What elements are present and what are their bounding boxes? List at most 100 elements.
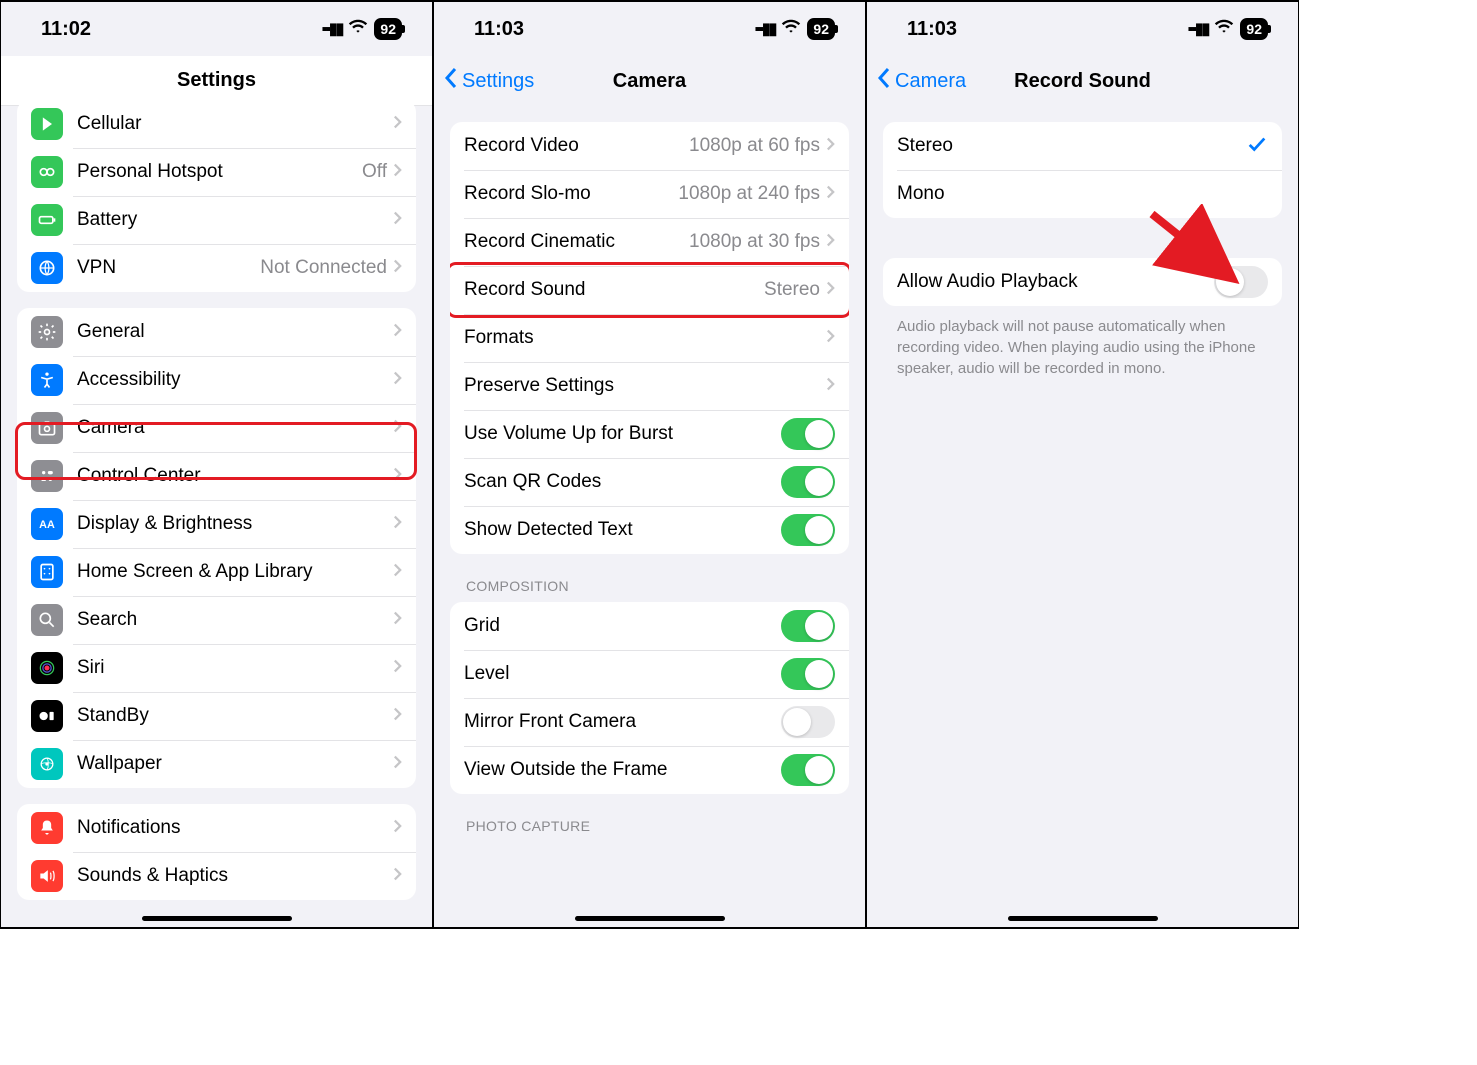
display-icon: AA [31, 508, 63, 540]
row-detected-text[interactable]: Show Detected Text [450, 506, 849, 554]
nav-bar: Settings Camera [434, 56, 865, 106]
toggle-volume-burst[interactable] [781, 418, 835, 450]
gear-icon [31, 316, 63, 348]
row-record-video[interactable]: Record Video 1080p at 60 fps [450, 122, 849, 170]
row-volume-burst[interactable]: Use Volume Up for Burst [450, 410, 849, 458]
battery-icon: 92 [374, 18, 402, 40]
group-header-composition: COMPOSITION [466, 578, 833, 594]
camera-settings-list[interactable]: Record Video 1080p at 60 fps Record Slo-… [434, 106, 865, 927]
toggle-detected-text[interactable] [781, 514, 835, 546]
row-allow-playback[interactable]: Allow Audio Playback [883, 258, 1282, 306]
toggle-scan-qr[interactable] [781, 466, 835, 498]
chevron-right-icon [826, 280, 835, 301]
settings-group: Record Video 1080p at 60 fps Record Slo-… [450, 122, 849, 554]
row-grid[interactable]: Grid [450, 602, 849, 650]
checkmark-icon [1246, 133, 1268, 160]
home-indicator[interactable] [142, 916, 292, 921]
chevron-right-icon [393, 866, 402, 887]
back-button[interactable]: Camera [877, 67, 966, 95]
chevron-right-icon [826, 232, 835, 253]
toggle-level[interactable] [781, 658, 835, 690]
playback-group: Allow Audio Playback [883, 258, 1282, 306]
wifi-icon [781, 16, 801, 42]
status-bar: 11:02 ▪▪▮▮ 92 [1, 2, 432, 56]
footer-description: Audio playback will not pause automatica… [897, 316, 1268, 379]
signal-icon: ▪▪▮▮ [321, 19, 342, 39]
status-time: 11:02 [41, 18, 91, 41]
row-view-outside[interactable]: View Outside the Frame [450, 746, 849, 794]
chevron-right-icon [826, 328, 835, 349]
row-record-sound[interactable]: Record Sound Stereo [450, 266, 849, 314]
siri-icon [31, 652, 63, 684]
row-sounds[interactable]: Sounds & Haptics [17, 852, 416, 900]
home-indicator[interactable] [1008, 916, 1158, 921]
home-screen-icon [31, 556, 63, 588]
signal-icon: ▪▪▮▮ [754, 19, 775, 39]
record-sound-list[interactable]: Stereo Mono Allow Audio Playback Audio p… [867, 106, 1298, 927]
status-bar: 11:03 ▪▪▮▮ 92 [867, 2, 1298, 56]
page-title: Record Sound [1014, 70, 1151, 93]
toggle-allow-playback[interactable] [1214, 266, 1268, 298]
row-accessibility[interactable]: Accessibility [17, 356, 416, 404]
status-right: ▪▪▮▮ 92 [1187, 16, 1268, 42]
row-vpn[interactable]: VPN Not Connected [17, 244, 416, 292]
page-title: Camera [613, 70, 686, 93]
row-scan-qr[interactable]: Scan QR Codes [450, 458, 849, 506]
vpn-icon [31, 252, 63, 284]
settings-list[interactable]: Cellular Personal Hotspot Off Battery VP… [1, 100, 432, 927]
chevron-right-icon [393, 754, 402, 775]
toggle-mirror-front[interactable] [781, 706, 835, 738]
status-right: ▪▪▮▮ 92 [321, 16, 402, 42]
row-home-screen[interactable]: Home Screen & App Library [17, 548, 416, 596]
phone-camera-settings: 11:03 ▪▪▮▮ 92 Settings Camera Record Vid… [433, 0, 866, 929]
row-standby[interactable]: StandBy [17, 692, 416, 740]
toggle-grid[interactable] [781, 610, 835, 642]
bell-icon [31, 812, 63, 844]
nav-bar: Settings [1, 56, 432, 106]
row-wallpaper[interactable]: Wallpaper [17, 740, 416, 788]
status-bar: 11:03 ▪▪▮▮ 92 [434, 2, 865, 56]
row-battery[interactable]: Battery [17, 196, 416, 244]
chevron-right-icon [393, 818, 402, 839]
row-general[interactable]: General [17, 308, 416, 356]
toggle-view-outside[interactable] [781, 754, 835, 786]
row-preserve-settings[interactable]: Preserve Settings [450, 362, 849, 410]
accessibility-icon [31, 364, 63, 396]
svg-text:AA: AA [39, 519, 55, 531]
option-stereo[interactable]: Stereo [883, 122, 1282, 170]
chevron-left-icon [877, 67, 895, 95]
chevron-right-icon [393, 418, 402, 439]
row-record-slomo[interactable]: Record Slo-mo 1080p at 240 fps [450, 170, 849, 218]
status-time: 11:03 [907, 18, 957, 41]
chevron-right-icon [393, 706, 402, 727]
row-camera[interactable]: Camera [17, 404, 416, 452]
row-search[interactable]: Search [17, 596, 416, 644]
search-icon [31, 604, 63, 636]
row-notifications[interactable]: Notifications [17, 804, 416, 852]
phone-settings: 11:02 ▪▪▮▮ 92 Settings Cellular Personal… [0, 0, 433, 929]
row-formats[interactable]: Formats [450, 314, 849, 362]
row-display[interactable]: AA Display & Brightness [17, 500, 416, 548]
row-level[interactable]: Level [450, 650, 849, 698]
row-record-cinematic[interactable]: Record Cinematic 1080p at 30 fps [450, 218, 849, 266]
chevron-right-icon [393, 210, 402, 231]
back-button[interactable]: Settings [444, 67, 534, 95]
home-indicator[interactable] [575, 916, 725, 921]
page-title: Settings [177, 69, 256, 92]
chevron-right-icon [393, 610, 402, 631]
row-cellular[interactable]: Cellular [17, 100, 416, 148]
option-mono[interactable]: Mono [883, 170, 1282, 218]
row-siri[interactable]: Siri [17, 644, 416, 692]
chevron-right-icon [393, 258, 402, 279]
wifi-icon [1214, 16, 1234, 42]
cellular-icon [31, 108, 63, 140]
sound-options-group: Stereo Mono [883, 122, 1282, 218]
signal-icon: ▪▪▮▮ [1187, 19, 1208, 39]
row-mirror-front[interactable]: Mirror Front Camera [450, 698, 849, 746]
row-control-center[interactable]: Control Center [17, 452, 416, 500]
chevron-right-icon [826, 136, 835, 157]
status-right: ▪▪▮▮ 92 [754, 16, 835, 42]
hotspot-icon [31, 156, 63, 188]
camera-icon [31, 412, 63, 444]
row-hotspot[interactable]: Personal Hotspot Off [17, 148, 416, 196]
